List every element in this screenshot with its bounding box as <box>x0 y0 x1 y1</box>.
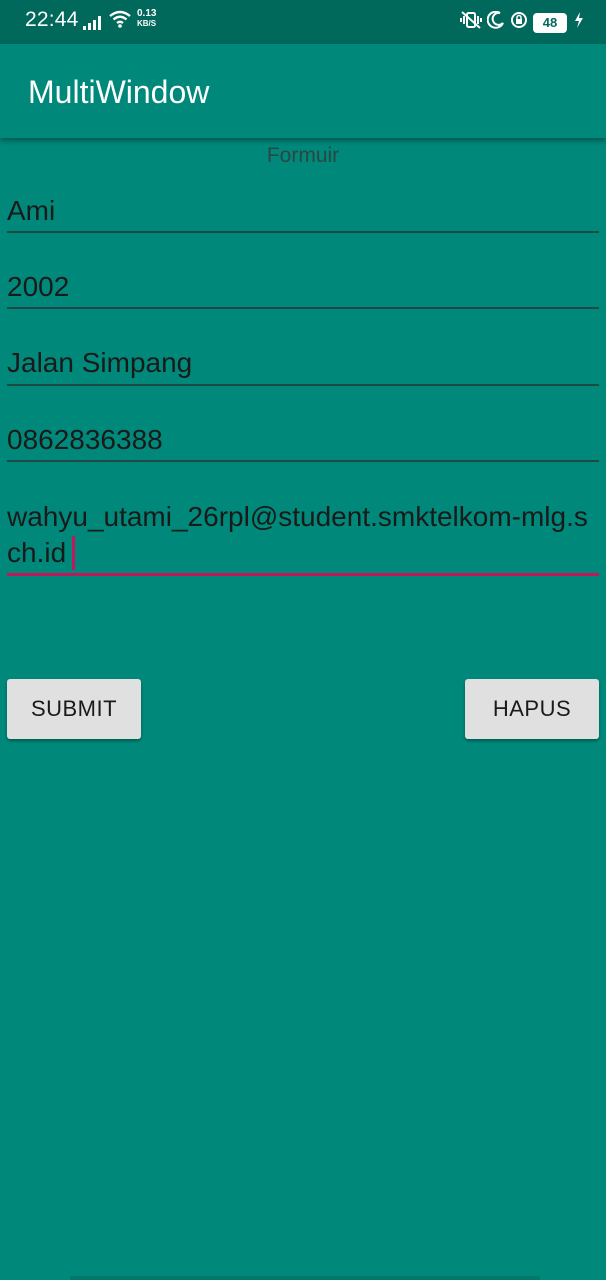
form-heading: Formuir <box>266 144 340 167</box>
speed-unit: KB/S <box>137 19 157 28</box>
status-right-icons: 48 <box>460 10 584 35</box>
status-left-icons: 0.13 KB/S <box>83 8 156 33</box>
signal-icon <box>83 16 101 30</box>
network-speed: 0.13 KB/S <box>137 8 156 28</box>
submit-button[interactable]: SUBMIT <box>7 679 141 739</box>
birth-year-value: 2002 <box>7 271 70 302</box>
address-value: Jalan Simpang <box>7 347 193 378</box>
speed-value: 0.13 <box>137 8 157 19</box>
status-bar: 22:44 0.13 KB/S 48 <box>0 0 606 44</box>
charging-bolt-icon <box>574 12 584 33</box>
alarm-icon <box>510 11 528 34</box>
vibrate-icon <box>460 10 482 35</box>
hapus-button[interactable]: HAPUS <box>465 679 599 739</box>
email-field[interactable]: wahyu_utami_26rpl@student.smktelkom-mlg.… <box>7 499 599 576</box>
birth-year-field[interactable]: 2002 <box>7 269 599 309</box>
app-bar: MultiWindow <box>0 44 606 138</box>
phone-field[interactable]: 0862836388 <box>7 422 599 462</box>
battery-icon: 48 <box>533 12 567 33</box>
address-field[interactable]: Jalan Simpang <box>7 345 599 386</box>
app-screen: 22:44 0.13 KB/S 48 MultiWindow Formuir A… <box>0 0 606 1280</box>
navigation-indicator <box>70 1276 540 1280</box>
status-time: 22:44 <box>25 8 79 31</box>
text-cursor <box>72 536 76 570</box>
name-field[interactable]: Ami <box>7 193 599 233</box>
email-value: wahyu_utami_26rpl@student.smktelkom-mlg.… <box>7 501 588 568</box>
moon-icon <box>486 10 505 34</box>
battery-level: 48 <box>542 14 558 30</box>
wifi-icon <box>109 10 131 33</box>
name-value: Ami <box>7 195 56 226</box>
phone-value: 0862836388 <box>7 424 163 455</box>
app-title: MultiWindow <box>28 74 210 110</box>
